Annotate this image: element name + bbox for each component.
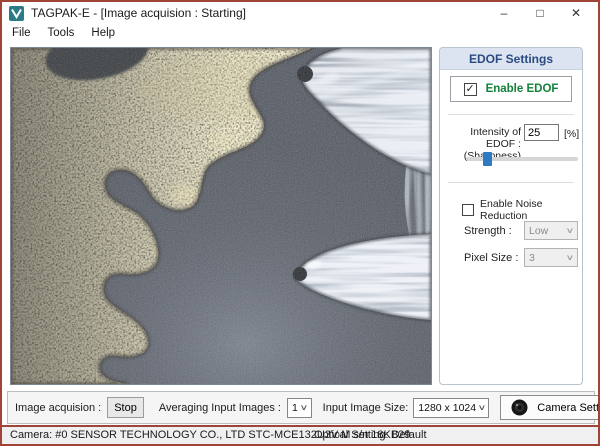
strength-dropdown[interactable]: Low ∨ xyxy=(524,221,578,240)
stop-button[interactable]: Stop xyxy=(107,397,144,418)
averaging-label: Averaging Input Images : xyxy=(159,402,281,414)
enable-edof-group[interactable]: ✓ Enable EDOF xyxy=(450,76,572,102)
slider-handle[interactable] xyxy=(483,152,492,166)
window-title: TAGPAK-E - [Image acquision : Starting] xyxy=(31,6,246,20)
separator xyxy=(448,182,574,183)
micrograph-view xyxy=(10,47,432,385)
acquisition-toolbar: Image acquision : Stop Averaging Input I… xyxy=(7,391,595,424)
status-bar: Camera: #0 SENSOR TECHNOLOGY CO., LTD ST… xyxy=(2,425,598,444)
acquisition-label: Image acquision : xyxy=(15,402,101,414)
intensity-slider[interactable] xyxy=(466,152,578,166)
camera-settings-button[interactable]: Camera Settings... xyxy=(500,395,600,420)
chevron-down-icon: ∨ xyxy=(299,403,308,412)
enable-edof-label: Enable EDOF xyxy=(486,83,559,95)
menu-help[interactable]: Help xyxy=(91,27,115,39)
noise-checkbox-icon[interactable] xyxy=(462,204,474,216)
strength-value: Low xyxy=(529,225,548,237)
app-icon xyxy=(9,6,24,21)
image-size-value: 1280 x 1024 xyxy=(418,402,476,414)
strength-label: Strength : xyxy=(464,225,512,237)
image-size-label: Input Image Size: xyxy=(323,402,409,414)
menu-bar: File Tools Help xyxy=(2,24,598,42)
pixel-size-value: 3 xyxy=(529,252,535,264)
intensity-input[interactable] xyxy=(524,124,559,141)
pixel-size-dropdown[interactable]: 3 ∨ xyxy=(524,248,578,267)
image-size-dropdown[interactable]: 1280 x 1024 ∨ xyxy=(413,398,489,418)
separator xyxy=(448,114,574,115)
menu-file[interactable]: File xyxy=(12,27,31,39)
menu-tools[interactable]: Tools xyxy=(48,27,75,39)
minimize-icon[interactable]: – xyxy=(486,3,522,23)
status-optical-setting: Optical Setting: Default xyxy=(314,429,427,441)
enable-edof-checkbox-icon[interactable]: ✓ xyxy=(464,83,477,96)
micrograph xyxy=(11,48,431,384)
chevron-down-icon: ∨ xyxy=(566,253,575,262)
title-bar: TAGPAK-E - [Image acquision : Starting] … xyxy=(2,2,598,24)
averaging-value: 1 xyxy=(292,402,298,414)
camera-lens-icon xyxy=(511,399,528,416)
edof-settings-panel: EDOF Settings ✓ Enable EDOF Intensity of… xyxy=(439,47,583,385)
app-window: TAGPAK-E - [Image acquision : Starting] … xyxy=(0,0,600,446)
edof-panel-title: EDOF Settings xyxy=(440,48,582,70)
noise-reduction-row[interactable]: Enable Noise Reduction xyxy=(462,198,582,222)
intensity-unit-label: [%] xyxy=(564,128,579,140)
pixel-size-label: Pixel Size : xyxy=(464,252,518,264)
averaging-dropdown[interactable]: 1 ∨ xyxy=(287,398,312,418)
close-icon[interactable]: ✕ xyxy=(558,3,594,23)
noise-label: Enable Noise Reduction xyxy=(480,198,582,222)
chevron-down-icon: ∨ xyxy=(478,403,487,412)
maximize-icon[interactable]: □ xyxy=(522,3,558,23)
chevron-down-icon: ∨ xyxy=(566,226,575,235)
